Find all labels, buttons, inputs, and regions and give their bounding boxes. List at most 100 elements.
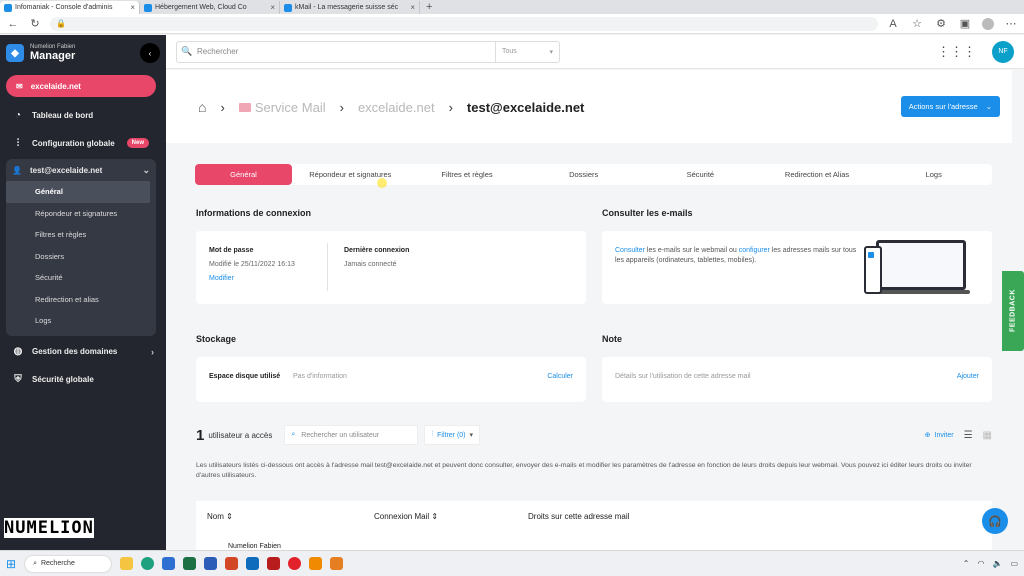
- domain-selector[interactable]: ✉ excelaide.net: [6, 75, 156, 97]
- close-icon[interactable]: ×: [130, 3, 135, 12]
- app-icon[interactable]: [162, 557, 176, 570]
- tab-logs[interactable]: Logs: [875, 164, 992, 185]
- page-title: test@excelaide.net: [466, 99, 585, 115]
- close-icon[interactable]: ×: [270, 3, 275, 12]
- filezilla-icon[interactable]: [267, 557, 281, 570]
- collections-icon[interactable]: ▣: [958, 17, 972, 30]
- search-input[interactable]: Rechercher: [197, 47, 495, 56]
- favorite-icon[interactable]: ☆: [910, 17, 924, 30]
- sidebar-item-redirection[interactable]: Redirection et alias: [6, 289, 156, 311]
- global-search[interactable]: 🔍 Rechercher Tous ▾: [176, 40, 560, 63]
- favicon-icon: [4, 3, 12, 12]
- divider: [327, 243, 328, 291]
- browser-tab-3[interactable]: kMail - La messagerie suisse séc ×: [280, 1, 420, 14]
- calculate-button[interactable]: Calculer: [547, 373, 573, 380]
- reload-icon[interactable]: ↻: [28, 17, 42, 30]
- extensions-icon[interactable]: ⚙: [934, 17, 948, 30]
- user-search-input[interactable]: ⌕ Rechercher un utilisateur: [284, 425, 419, 445]
- tab-folders[interactable]: Dossiers: [525, 164, 642, 185]
- user-avatar[interactable]: NF: [992, 40, 1014, 63]
- sidebar: ◆ Numelion Fabien Manager ‹ ✉ excelaide.n…: [0, 35, 166, 550]
- tab-redirection[interactable]: Redirection et Alias: [759, 164, 876, 185]
- last-connexion-label: Dernière connexion: [344, 247, 410, 254]
- feedback-tab[interactable]: FEEDBACK: [1002, 271, 1024, 351]
- add-note-button[interactable]: Ajouter: [957, 373, 979, 380]
- chevron-up-icon[interactable]: ⌃: [963, 559, 970, 568]
- new-tab-icon[interactable]: +: [420, 1, 438, 14]
- browser-tab-2[interactable]: Hébergement Web, Cloud Co ×: [140, 1, 280, 14]
- sidebar-item-general[interactable]: Général: [6, 181, 150, 203]
- vlc-icon[interactable]: [309, 557, 323, 570]
- invite-button[interactable]: ⊕ Inviter: [925, 431, 954, 440]
- notification-icon[interactable]: ▭: [1010, 559, 1018, 568]
- table-row[interactable]: Numelion Fabien: [196, 531, 992, 550]
- tab-filters[interactable]: Filtres et règles: [409, 164, 526, 185]
- apps-grid-icon[interactable]: ⋮⋮⋮: [937, 44, 976, 60]
- consult-webmail-link[interactable]: Consulter: [615, 247, 645, 254]
- nav-global-security[interactable]: ⛨ Sécurité globale: [0, 366, 166, 394]
- scope-select[interactable]: Tous ▾: [495, 41, 559, 62]
- breadcrumb-domain[interactable]: excelaide.net: [358, 100, 435, 115]
- nav-domains[interactable]: ◍ Gestion des domaines ›: [0, 338, 166, 366]
- excel-icon[interactable]: [183, 557, 197, 570]
- windows-start-icon[interactable]: ⊞: [6, 557, 16, 571]
- new-badge: New: [126, 138, 150, 148]
- opera-icon[interactable]: [288, 557, 302, 570]
- nav-global-config[interactable]: ⫶ Configuration globale New: [0, 129, 166, 157]
- network-icon[interactable]: ◠: [977, 559, 984, 568]
- lock-icon: 🔒: [56, 19, 66, 28]
- sidebar-item-logs[interactable]: Logs: [6, 310, 156, 332]
- close-icon[interactable]: ×: [410, 3, 415, 12]
- tab-security[interactable]: Sécurité: [642, 164, 759, 185]
- consult-text: Consulter les e-mails sur le webmail ou …: [615, 246, 860, 266]
- mailbox-header[interactable]: 👤 test@excelaide.net ⌄: [6, 159, 156, 181]
- mailbox-label: test@excelaide.net: [29, 165, 103, 175]
- actions-label: Actions sur l'adresse: [908, 102, 978, 111]
- sidebar-item-autoresponder[interactable]: Répondeur et signatures: [6, 203, 156, 225]
- numelion-watermark: NUMELION: [4, 518, 94, 538]
- note-card: Détails sur l'utilisation de cette adres…: [602, 357, 992, 402]
- tab-general[interactable]: Général: [195, 164, 292, 185]
- app-icon[interactable]: [330, 557, 344, 570]
- read-aloud-icon[interactable]: A: [886, 18, 900, 30]
- column-connexion[interactable]: Connexion Mail ⇕: [374, 512, 438, 521]
- chevron-right-icon: ›: [339, 99, 344, 115]
- address-bar[interactable]: 🔒: [50, 16, 878, 31]
- disk-usage-label: Espace disque utilisé: [209, 373, 281, 380]
- sidebar-item-security[interactable]: Sécurité: [6, 267, 156, 289]
- word-icon[interactable]: [204, 557, 218, 570]
- storage-card: Espace disque utilisé Pas d'information …: [196, 357, 586, 402]
- users-description: Les utilisateurs listés ci-dessous ont a…: [196, 462, 972, 479]
- profile-icon[interactable]: [982, 17, 994, 30]
- search-icon: ⌕: [33, 559, 37, 567]
- configure-devices-link[interactable]: configurer: [739, 247, 770, 254]
- sort-icon: ⇕: [226, 511, 233, 521]
- chevron-down-icon: ⌄: [985, 102, 992, 111]
- file-explorer-icon[interactable]: [120, 557, 134, 570]
- collapse-button[interactable]: ‹: [140, 43, 160, 63]
- home-icon[interactable]: ⌂: [198, 99, 206, 115]
- help-chat-button[interactable]: 🎧: [982, 508, 1008, 534]
- filter-button[interactable]: ⫶ Filtrer (0) ▾: [424, 425, 481, 445]
- powerpoint-icon[interactable]: [225, 557, 239, 570]
- grid-view-icon[interactable]: ▦: [983, 430, 992, 441]
- list-view-icon[interactable]: ☰: [964, 430, 973, 441]
- taskbar: ⊞ ⌕ Recherche ⌃ ◠ 🔈 ▭: [0, 550, 1024, 576]
- volume-icon[interactable]: 🔈: [992, 559, 1002, 568]
- page-header: ⌂ › Service Mail › excelaide.net › test@…: [166, 70, 1012, 143]
- browser-tab-1[interactable]: Infomaniak - Console d'adminis ×: [0, 1, 140, 14]
- users-label: utilisateur a accès: [208, 430, 273, 440]
- sidebar-item-folders[interactable]: Dossiers: [6, 246, 156, 268]
- outlook-icon[interactable]: [246, 557, 260, 570]
- modify-password-link[interactable]: Modifier: [209, 275, 234, 282]
- sidebar-item-filters[interactable]: Filtres et règles: [6, 224, 156, 246]
- more-icon[interactable]: ⋯: [1004, 17, 1018, 30]
- nav-dashboard[interactable]: ◔ Tableau de bord: [0, 101, 166, 129]
- back-icon[interactable]: ←: [6, 18, 20, 30]
- column-name[interactable]: Nom ⇕: [207, 512, 233, 521]
- edge-icon[interactable]: [141, 557, 155, 570]
- breadcrumb-service[interactable]: Service Mail: [238, 100, 326, 115]
- address-actions-button[interactable]: Actions sur l'adresse ⌄: [900, 96, 1000, 117]
- tab-autoresponder[interactable]: Répondeur et signatures: [292, 164, 409, 185]
- taskbar-search[interactable]: ⌕ Recherche: [24, 554, 113, 573]
